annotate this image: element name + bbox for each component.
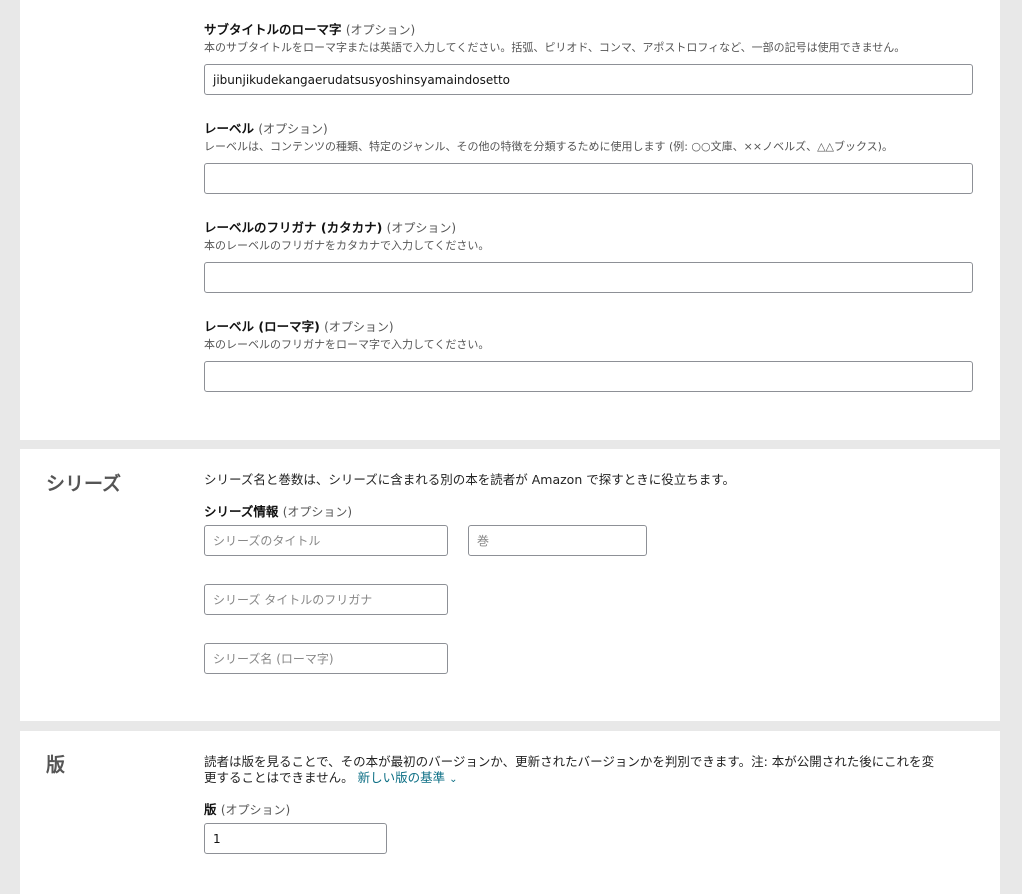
edition-label: 版: [204, 802, 217, 817]
subtitle-romaji-value: jibunjikudekangaerudatsusyoshinsyamaindo…: [213, 72, 510, 87]
edition-field-group: 版 (オプション): [204, 802, 973, 818]
subtitle-romaji-field-group: サブタイトルのローマ字 (オプション) 本のサブタイトルをローマ字または英語で入…: [204, 22, 973, 56]
label-romaji-input[interactable]: [204, 361, 973, 392]
optional-tag: (オプション): [220, 803, 291, 817]
edition-description-line2: 更することはできません。: [204, 770, 354, 785]
label-furigana-help: 本のレーベルのフリガナをカタカナで入力してください。: [204, 239, 490, 252]
series-section-title: シリーズ: [46, 473, 122, 495]
edition-section: 版 読者は版を見ることで、その本が最初のバージョンか、更新されたバージョンかを判…: [20, 731, 1000, 894]
label-romaji-help: 本のレーベルのフリガナをローマ字で入力してください。: [204, 338, 490, 351]
series-romaji-input[interactable]: シリーズ名 (ローマ字): [204, 643, 448, 674]
label-romaji-label: レーベル (ローマ字): [204, 319, 320, 334]
series-romaji-placeholder: シリーズ名 (ローマ字): [213, 652, 334, 666]
new-edition-criteria-link[interactable]: 新しい版の基準 ⌄: [358, 770, 458, 785]
optional-tag: (オプション): [258, 122, 328, 136]
subtitle-romaji-help: 本のサブタイトルをローマ字または英語で入力してください。括弧、ピリオド、コンマ、…: [204, 41, 906, 54]
optional-tag: (オプション): [345, 23, 416, 37]
series-description: シリーズ名と巻数は、シリーズに含まれる別の本を読者が Amazon で探すときに…: [204, 472, 735, 487]
series-section: シリーズ シリーズ名と巻数は、シリーズに含まれる別の本を読者が Amazon で…: [20, 449, 1000, 721]
optional-tag: (オプション): [386, 221, 457, 235]
subtitle-romaji-input[interactable]: jibunjikudekangaerudatsusyoshinsyamaindo…: [204, 64, 973, 95]
series-info-field-group: シリーズ情報 (オプション): [204, 504, 973, 520]
label-furigana-input[interactable]: [204, 262, 973, 293]
new-edition-criteria-label: 新しい版の基準: [357, 770, 446, 785]
label-romaji-field-group: レーベル (ローマ字) (オプション) 本のレーベルのフリガナをローマ字で入力し…: [204, 319, 973, 353]
series-volume-input[interactable]: 巻: [468, 525, 647, 556]
optional-tag: (オプション): [324, 320, 394, 334]
series-title-input[interactable]: シリーズのタイトル: [204, 525, 448, 556]
metadata-panel: サブタイトルのローマ字 (オプション) 本のサブタイトルをローマ字または英語で入…: [20, 0, 1000, 440]
series-volume-placeholder: 巻: [477, 534, 490, 548]
label-furigana-field-group: レーベルのフリガナ (カタカナ) (オプション) 本のレーベルのフリガナをカタカ…: [204, 220, 973, 254]
label-furigana-label: レーベルのフリガナ (カタカナ): [204, 220, 383, 235]
subtitle-romaji-label: サブタイトルのローマ字: [204, 22, 342, 37]
chevron-down-icon: ⌄: [449, 774, 458, 785]
edition-value: 1: [213, 831, 221, 846]
label-input[interactable]: [204, 163, 973, 194]
optional-tag: (オプション): [282, 505, 353, 519]
edition-input[interactable]: 1: [204, 823, 387, 854]
series-furigana-placeholder: シリーズ タイトルのフリガナ: [213, 593, 373, 607]
series-title-placeholder: シリーズのタイトル: [213, 534, 321, 548]
edition-section-title: 版: [46, 754, 66, 776]
edition-description: 読者は版を見ることで、その本が最初のバージョンか、更新されたバージョンかを判別で…: [204, 754, 974, 788]
edition-description-line1: 読者は版を見ることで、その本が最初のバージョンか、更新されたバージョンかを判別で…: [204, 754, 935, 769]
series-furigana-input[interactable]: シリーズ タイトルのフリガナ: [204, 584, 448, 615]
series-info-label: シリーズ情報: [204, 504, 279, 519]
label-field-help: レーベルは、コンテンツの種類、特定のジャンル、その他の特徴を分類するために使用し…: [204, 140, 893, 153]
label-field-group: レーベル (オプション) レーベルは、コンテンツの種類、特定のジャンル、その他の…: [204, 121, 973, 155]
label-field-label: レーベル: [204, 121, 255, 136]
